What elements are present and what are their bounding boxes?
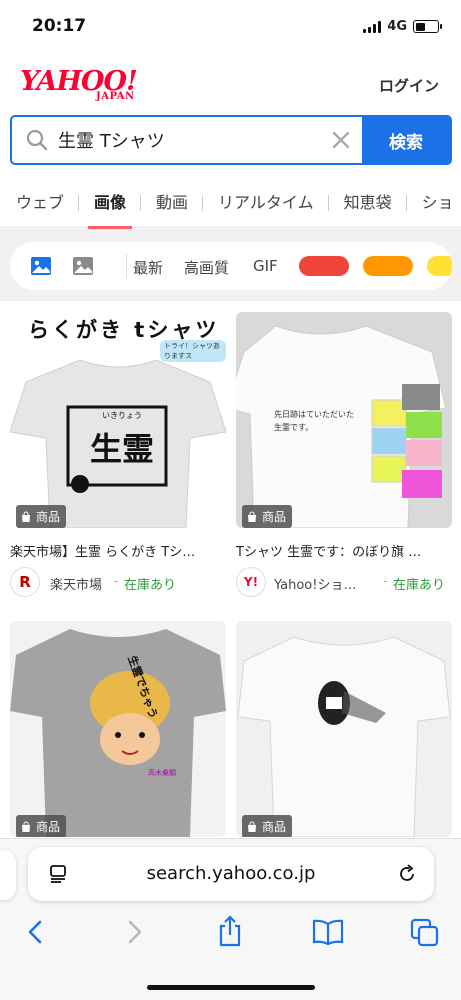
- tshirt-icon: [237, 636, 451, 837]
- bookmarks-icon[interactable]: [312, 918, 344, 946]
- result-image-sub: 高木桑類: [148, 769, 176, 777]
- previous-tab-pill[interactable]: [0, 850, 16, 900]
- grid-view-icon[interactable]: [30, 256, 52, 276]
- tabs-icon[interactable]: [410, 918, 440, 948]
- tshirt-icon: [236, 325, 447, 528]
- search-input[interactable]: [58, 117, 328, 163]
- battery-icon: [413, 20, 442, 33]
- product-badge-label: 商品: [36, 510, 61, 524]
- url-text: search.yahoo.co.jp: [146, 863, 316, 884]
- stock-status: 在庫あり: [393, 578, 446, 593]
- result-image[interactable]: 商品: [236, 621, 452, 837]
- bag-icon: [22, 511, 30, 522]
- search-icon: [26, 129, 48, 151]
- image-view-icon[interactable]: [72, 256, 94, 276]
- separator: -: [383, 574, 388, 589]
- tab-web[interactable]: ウェブ: [0, 180, 78, 228]
- back-icon[interactable]: [24, 918, 48, 946]
- color-filter-orange[interactable]: [363, 256, 413, 276]
- result-image-sub: いきりょう: [102, 411, 142, 420]
- result-image[interactable]: 先日跡はていただいた 生霊です。 商品: [236, 312, 452, 528]
- result-image[interactable]: 生霊でちゃう 高木桑類 商品: [10, 621, 226, 837]
- login-link[interactable]: ログイン: [379, 75, 439, 96]
- filter-divider: [126, 254, 127, 278]
- search-box: 検索: [10, 115, 452, 165]
- tab-video[interactable]: 動画: [140, 180, 202, 228]
- result-image-line1: 先日跡はていただいた: [274, 410, 354, 419]
- tab-chiebukuro[interactable]: 知恵袋: [327, 180, 406, 228]
- color-filter-yellow[interactable]: [427, 256, 452, 276]
- product-badge: 商品: [242, 815, 293, 837]
- status-time: 20:17: [32, 16, 87, 36]
- search-button[interactable]: 検索: [362, 117, 450, 163]
- bag-icon: [248, 821, 256, 832]
- tshirt-icon: [10, 629, 226, 837]
- address-bar[interactable]: search.yahoo.co.jp: [28, 847, 434, 901]
- rakuten-logo-icon: R: [10, 567, 40, 597]
- product-badge: 商品: [16, 505, 67, 528]
- result-image-line2: 生霊です。: [274, 423, 314, 432]
- tab-images[interactable]: 画像: [78, 180, 140, 229]
- home-indicator: [147, 985, 315, 990]
- tab-realtime[interactable]: リアルタイム: [202, 180, 328, 228]
- result-title[interactable]: Tシャツ 生霊です：のぼり旗 …: [236, 541, 450, 560]
- search-tabs: ウェブ 画像 動画 リアルタイム 知恵袋 ショ: [0, 180, 461, 229]
- share-icon[interactable]: [216, 914, 244, 948]
- yahoo-logo-sub: JAPAN: [96, 91, 135, 102]
- color-filter-red[interactable]: [299, 256, 349, 276]
- product-badge: 商品: [16, 815, 67, 837]
- result-image-main: 生霊: [90, 430, 155, 468]
- filter-high-quality[interactable]: 高画質: [184, 257, 229, 278]
- bag-icon: [22, 821, 30, 832]
- shop-name[interactable]: Yahoo!ショ…: [274, 574, 356, 593]
- result-title[interactable]: 楽天市場】生霊 らくがき Tシ…: [10, 541, 224, 560]
- filter-latest[interactable]: 最新: [133, 257, 163, 278]
- forward-icon[interactable]: [122, 918, 146, 946]
- network-label: 4G: [387, 19, 407, 34]
- signal-icon: [363, 20, 382, 33]
- tab-shopping[interactable]: ショ: [405, 180, 461, 228]
- product-badge-label: 商品: [36, 820, 61, 834]
- yahoo-shopping-logo-icon: Y!: [236, 567, 266, 597]
- product-badge: 商品: [242, 505, 293, 528]
- stock-status: 在庫あり: [124, 578, 177, 593]
- shop-name[interactable]: 楽天市場: [50, 574, 102, 593]
- status-indicators: 4G: [363, 19, 442, 34]
- reload-icon[interactable]: [396, 863, 418, 885]
- result-image[interactable]: らくがき tシャツ トライ！シャツありますス いきりょう 生霊 商品: [10, 312, 226, 528]
- filter-bar: 最新 高画質 GIF: [10, 242, 452, 290]
- filter-gif[interactable]: GIF: [253, 257, 278, 275]
- separator: -: [114, 574, 119, 589]
- clear-icon[interactable]: [330, 129, 352, 151]
- product-badge-label: 商品: [262, 820, 287, 834]
- product-badge-label: 商品: [262, 510, 287, 524]
- bag-icon: [248, 511, 256, 522]
